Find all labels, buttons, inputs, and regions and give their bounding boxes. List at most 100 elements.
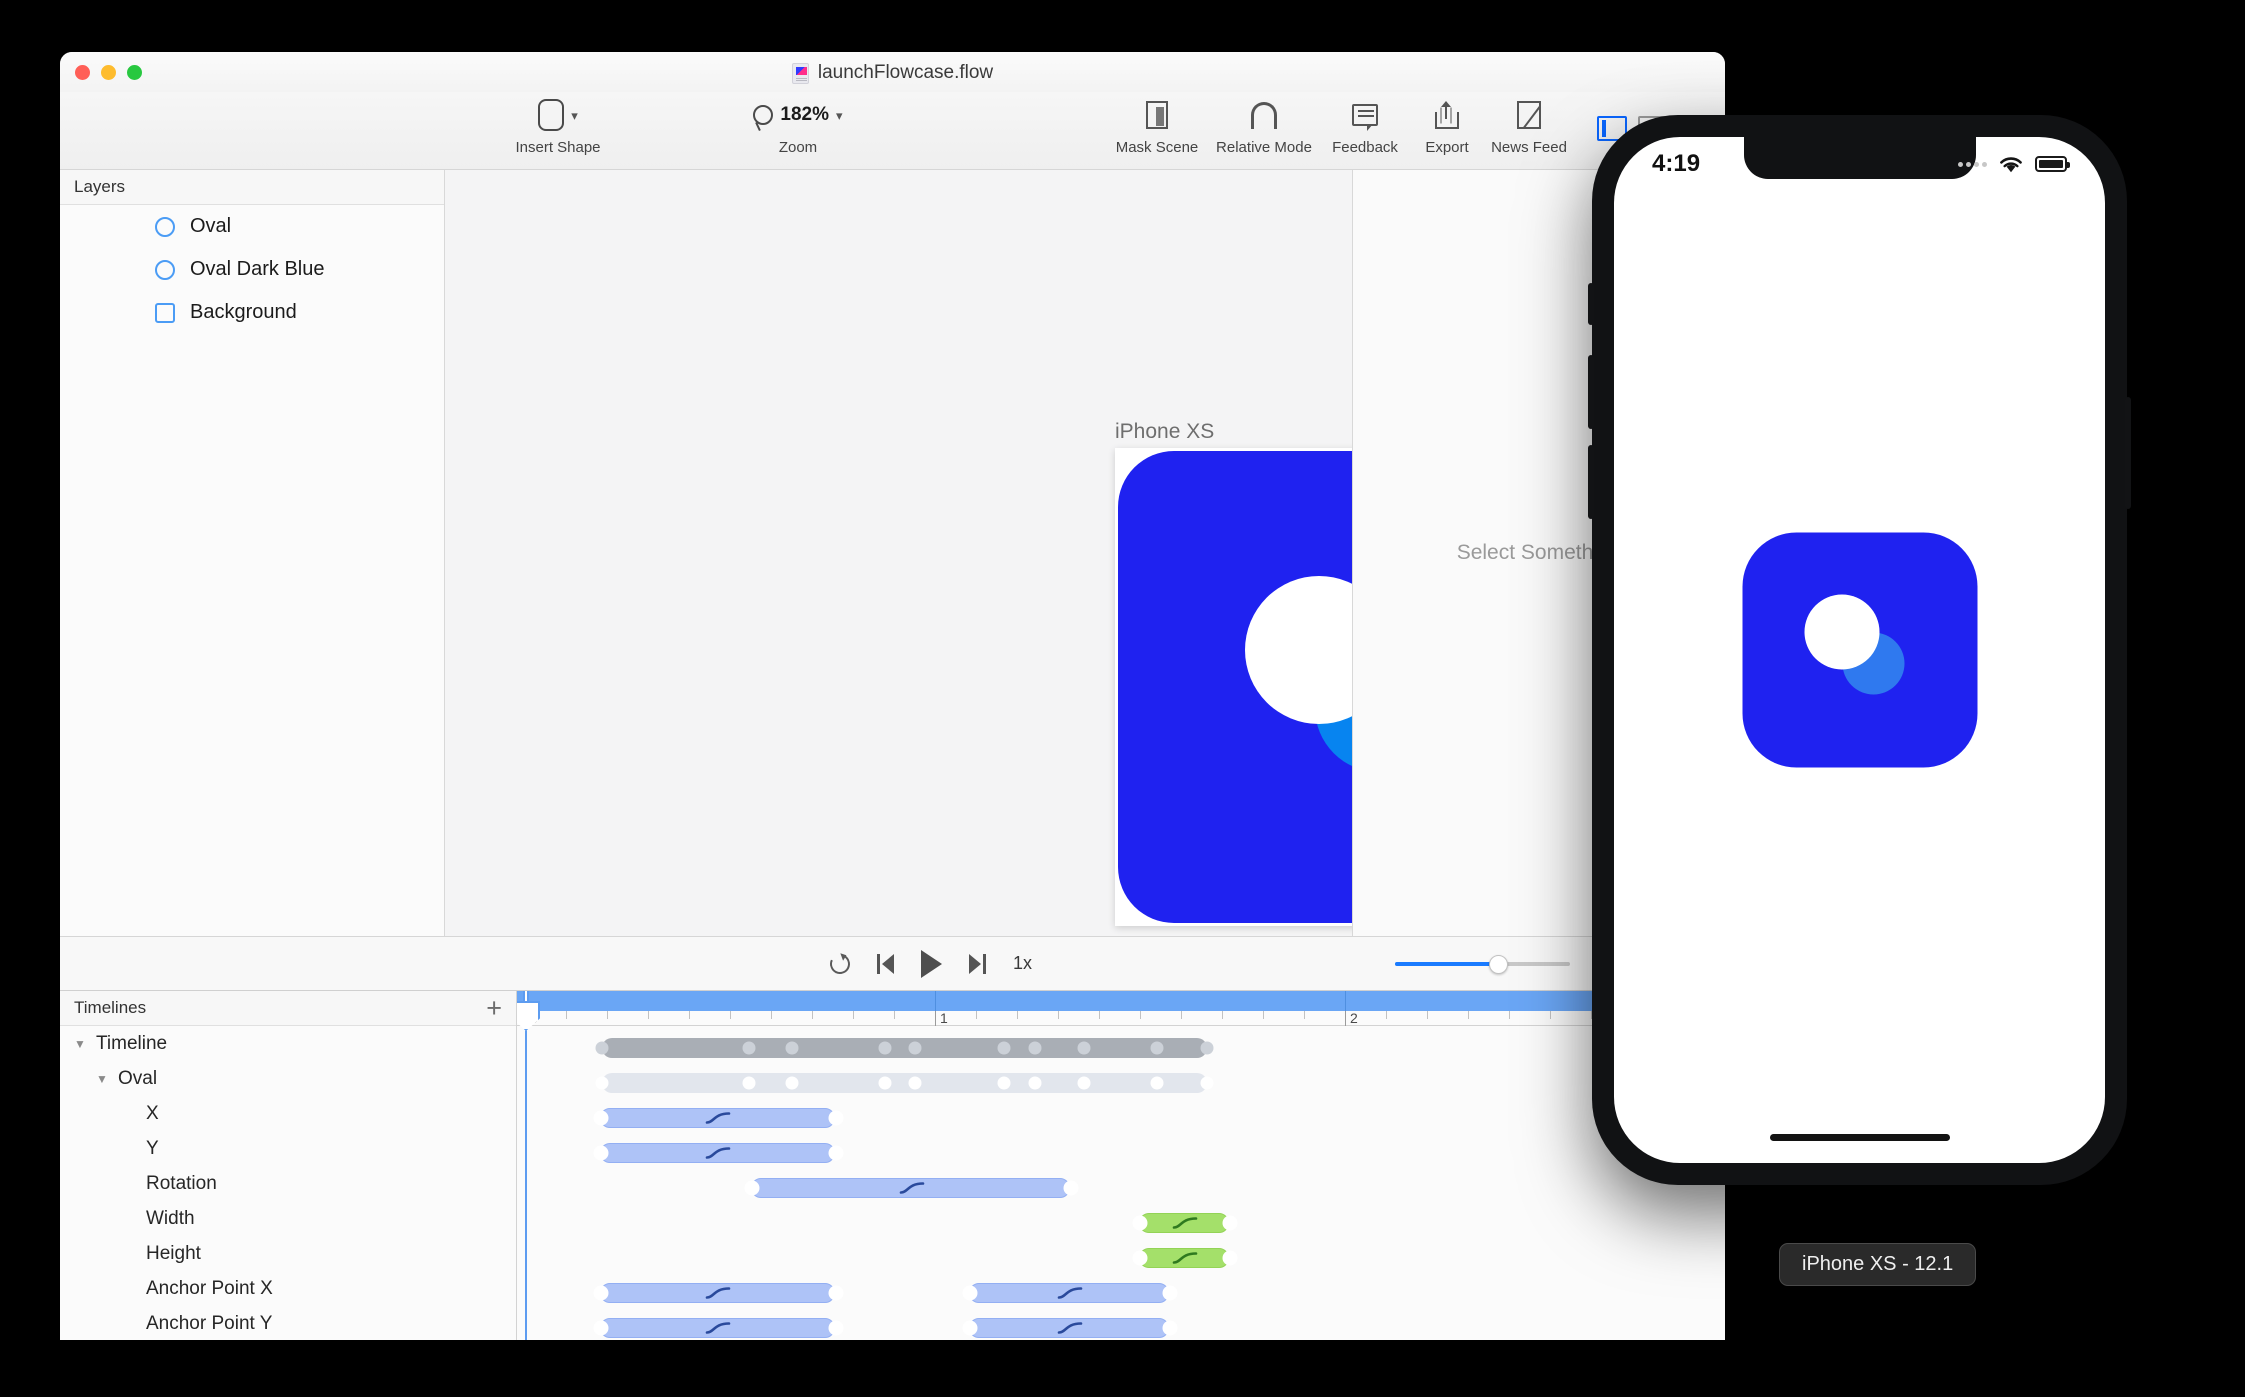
timeline-ruler[interactable]: 012 [517,1010,1725,1026]
timeline-track-bar[interactable] [1132,1213,1238,1233]
slider-knob[interactable] [1489,954,1508,974]
playhead[interactable] [517,991,540,1340]
keyframe-marker[interactable] [1028,1041,1042,1055]
keyframe-marker[interactable] [1063,1180,1079,1196]
playhead-handle[interactable] [517,1001,540,1031]
timeline-track-bar[interactable] [593,1143,844,1163]
play-button[interactable] [921,949,942,978]
canvas-area[interactable]: iPhone XS [445,170,1353,936]
timeline-track-bar[interactable] [744,1178,1079,1198]
news-feed-icon [1517,101,1541,129]
timeline-track-bar[interactable] [593,1283,844,1303]
timeline-node-oval[interactable]: ▼ Oval [60,1061,516,1096]
keyframe-marker[interactable] [1200,1076,1214,1090]
layer-item-oval[interactable]: Oval [60,205,444,248]
keyframe-marker[interactable] [1132,1250,1148,1266]
keyframe-marker[interactable] [595,1041,609,1055]
keyframe-marker[interactable] [1150,1076,1164,1090]
timeline-node-x[interactable]: X [60,1096,516,1131]
timeline-node-anchor-point-y[interactable]: Anchor Point Y [60,1306,516,1340]
toolbar-news-feed[interactable]: News Feed [1469,98,1589,156]
timeline-track-bar[interactable] [595,1073,1214,1093]
timeline-node-anchor-point-x[interactable]: Anchor Point X [60,1271,516,1306]
app-window: launchFlowcase.flow ▾ Insert Shape 182% … [60,52,1725,1340]
keyframe-marker[interactable] [1222,1250,1238,1266]
keyframe-marker[interactable] [1077,1076,1091,1090]
timeline-tracks[interactable]: 012 [517,991,1725,1340]
scrub-second-divider [935,991,936,1011]
playback-speed-label[interactable]: 1x [1013,953,1032,974]
timeline-node-timeline[interactable]: ▼ Timeline [60,1026,516,1061]
timeline-node-width[interactable]: Width [60,1201,516,1236]
ruler-tick [1263,1011,1264,1019]
keyframe-marker[interactable] [828,1145,844,1161]
play-icon [921,949,942,978]
keyframe-marker[interactable] [878,1041,892,1055]
keyframe-marker[interactable] [785,1076,799,1090]
toolbar-insert-shape-label: Insert Shape [515,139,601,156]
timeline-node-height[interactable]: Height [60,1236,516,1271]
keyframe-marker[interactable] [742,1076,756,1090]
timeline-track-bar[interactable] [1132,1248,1238,1268]
keyframe-marker[interactable] [1028,1076,1042,1090]
timeline-track-bar[interactable] [595,1038,1214,1058]
device-preview[interactable]: 4:19 [1588,115,2131,1185]
keyframe-marker[interactable] [1222,1215,1238,1231]
chevron-down-icon[interactable]: ▾ [836,109,843,122]
keyframe-marker[interactable] [742,1041,756,1055]
timeline-track-bar[interactable] [593,1318,844,1338]
timeline-track-bar[interactable] [593,1108,844,1128]
toolbar-zoom[interactable]: 182% ▾ Zoom [738,98,858,156]
chevron-down-icon[interactable]: ▼ [72,1037,88,1051]
timeline-track-bar[interactable] [962,1283,1178,1303]
keyframe-marker[interactable] [1162,1285,1178,1301]
playback-slider[interactable] [1395,954,1570,974]
titlebar: launchFlowcase.flow [60,52,1725,92]
keyframe-marker[interactable] [593,1285,609,1301]
skip-next-button[interactable] [969,953,986,974]
keyframe-marker[interactable] [997,1076,1011,1090]
toolbar-mask-scene[interactable]: Mask Scene [1097,98,1217,156]
keyframe-marker[interactable] [593,1320,609,1336]
keyframe-marker[interactable] [744,1180,760,1196]
keyframe-marker[interactable] [828,1285,844,1301]
ruler-tick [1099,1011,1100,1019]
skip-previous-button[interactable] [877,953,894,974]
chevron-down-icon[interactable]: ▼ [94,1072,110,1086]
add-timeline-button[interactable]: + [486,994,502,1021]
keyframe-marker[interactable] [908,1041,922,1055]
keyframe-marker[interactable] [593,1145,609,1161]
keyframe-marker[interactable] [785,1041,799,1055]
timeline-track-bar[interactable] [962,1318,1178,1338]
keyframe-marker[interactable] [962,1320,978,1336]
ease-curve-icon [705,1112,731,1124]
keyframe-marker[interactable] [828,1110,844,1126]
layer-item-oval-dark-blue[interactable]: Oval Dark Blue [60,248,444,291]
device-badge[interactable]: iPhone XS - 12.1 [1779,1243,1977,1286]
ease-curve-icon [705,1147,731,1159]
ruler-tick [935,1011,936,1026]
keyframe-marker[interactable] [1162,1320,1178,1336]
keyframe-marker[interactable] [1077,1041,1091,1055]
keyframe-marker[interactable] [593,1110,609,1126]
keyframe-marker[interactable] [997,1041,1011,1055]
device-screen[interactable]: 4:19 [1614,137,2105,1163]
layer-item-background[interactable]: Background [60,291,444,334]
chevron-down-icon[interactable]: ▾ [571,109,578,122]
timeline-node-y[interactable]: Y [60,1131,516,1166]
artboard[interactable] [1115,448,1352,926]
toolbar-export-label: Export [1425,139,1469,156]
keyframe-marker[interactable] [1150,1041,1164,1055]
keyframe-marker[interactable] [595,1076,609,1090]
loop-button[interactable] [827,950,853,977]
toolbar-insert-shape[interactable]: ▾ Insert Shape [498,98,618,156]
ruler-tick [1468,1011,1469,1019]
keyframe-marker[interactable] [1132,1215,1148,1231]
timeline-node-rotation[interactable]: Rotation [60,1166,516,1201]
keyframe-marker[interactable] [908,1076,922,1090]
timeline-scrub-bar[interactable] [517,991,1725,1011]
keyframe-marker[interactable] [1200,1041,1214,1055]
keyframe-marker[interactable] [878,1076,892,1090]
keyframe-marker[interactable] [828,1320,844,1336]
keyframe-marker[interactable] [962,1285,978,1301]
